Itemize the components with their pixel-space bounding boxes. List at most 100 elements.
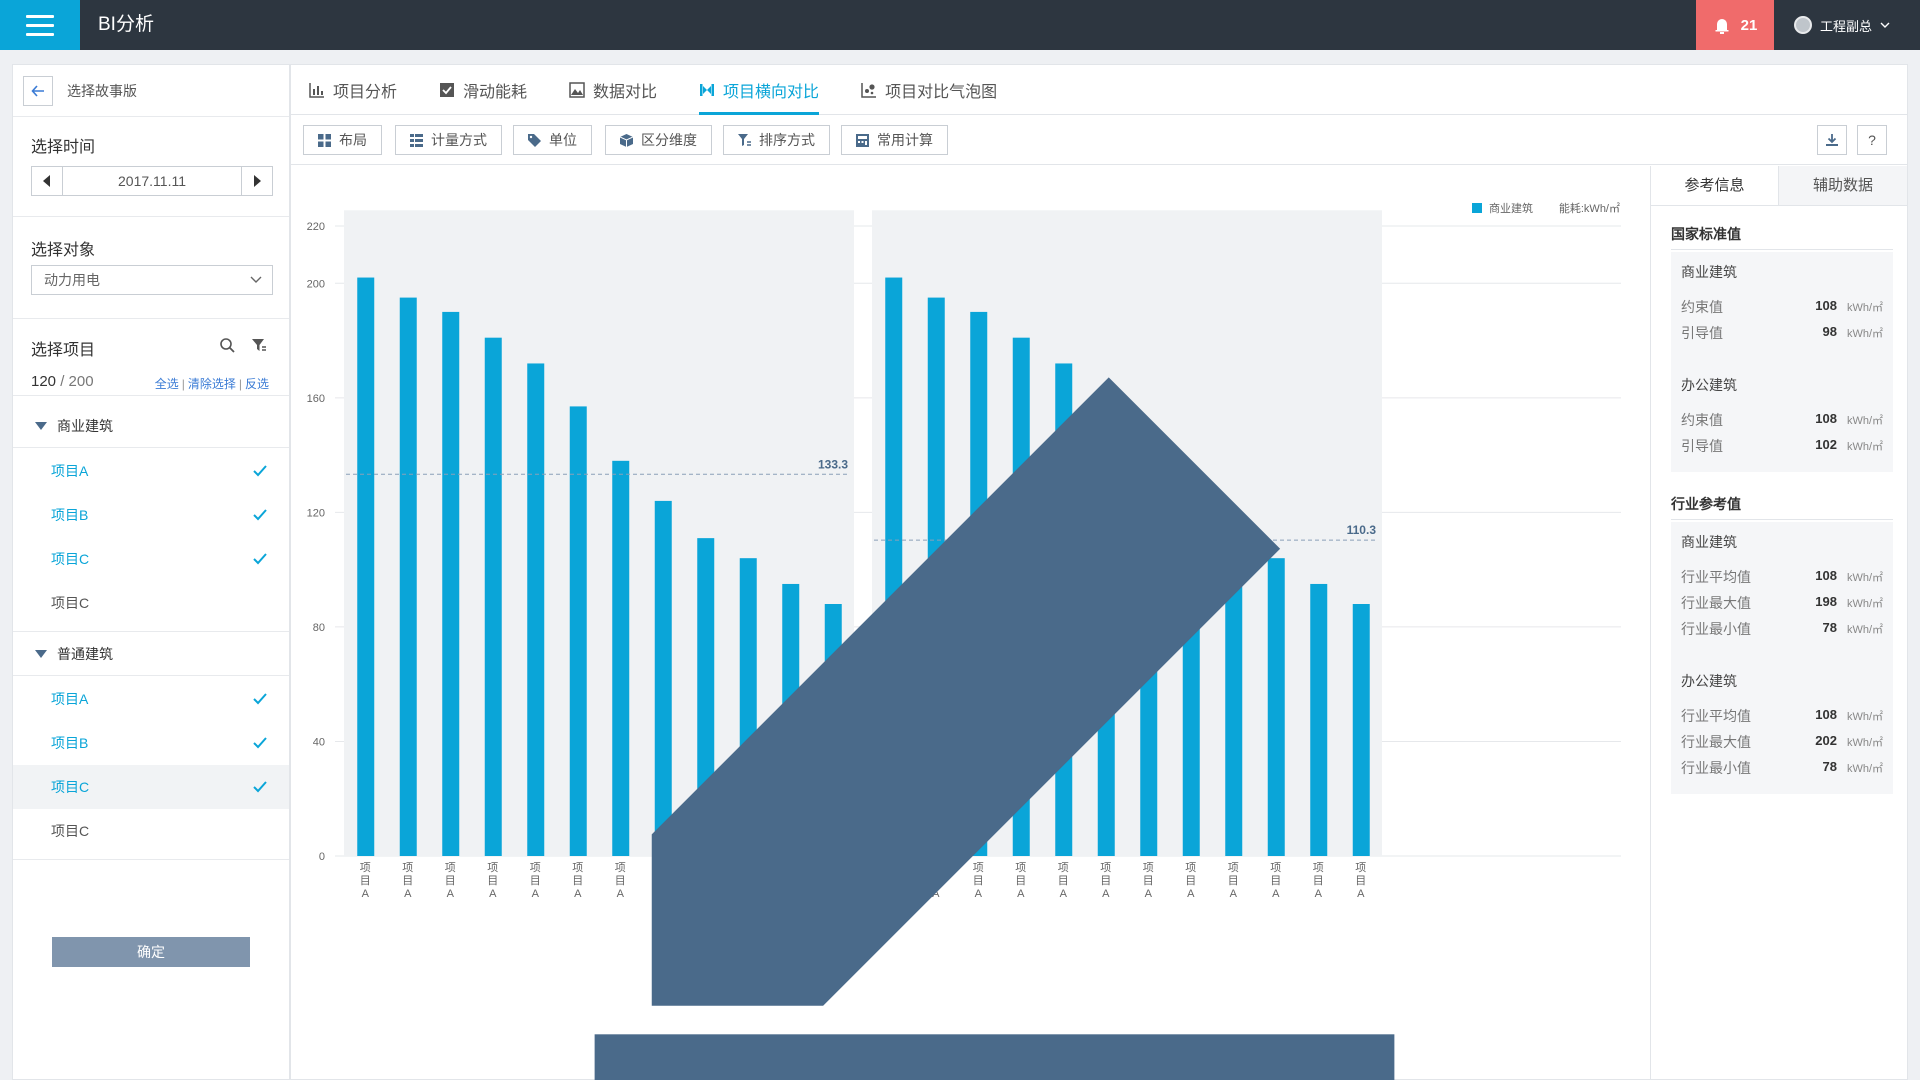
download-button[interactable] [1817, 125, 1847, 155]
hamburger-menu-button[interactable] [0, 0, 80, 50]
back-button[interactable] [23, 75, 53, 106]
unit-button[interactable]: 单位 [513, 125, 592, 155]
group-label: 普通建筑 [57, 646, 113, 662]
dimension-button[interactable]: 区分维度 [605, 125, 712, 155]
reference-section-title: 国家标准值 [1671, 226, 1741, 242]
reference-row: 引导值 98 kWh/㎡ [1681, 323, 1883, 343]
group-commercial[interactable]: 商业建筑 [13, 406, 289, 446]
calculator-icon [856, 133, 869, 147]
list-item[interactable]: 项目C [13, 809, 289, 853]
tab-horizontal-compare[interactable]: 项目横向对比 [699, 65, 820, 115]
list-item[interactable]: 项目C [13, 765, 289, 809]
filter-icon[interactable] [251, 337, 267, 353]
reference-label: 约束值 [1681, 412, 1723, 428]
tab-sliding-energy[interactable]: 滑动能耗 [439, 65, 527, 115]
download-icon [1826, 134, 1838, 146]
reference-value: 108 [1815, 411, 1837, 426]
reference-group-title: 办公建筑 [1681, 377, 1737, 393]
prev-date-button[interactable] [32, 167, 62, 195]
reference-label: 行业最大值 [1681, 595, 1751, 611]
help-button[interactable]: ? [1857, 125, 1887, 155]
reference-label: 行业平均值 [1681, 708, 1751, 724]
list-item[interactable]: 项目B [13, 493, 289, 537]
layout-button[interactable]: 布局 [303, 125, 382, 155]
reference-value: 108 [1815, 298, 1837, 313]
check-icon [253, 553, 267, 565]
list-item[interactable]: 项目B [13, 721, 289, 765]
divider [1671, 519, 1893, 520]
reference-unit: kWh/㎡ [1846, 598, 1883, 610]
reference-value: 108 [1815, 568, 1837, 583]
clear-selection-link[interactable]: 清除选择 [188, 377, 236, 391]
tab-aux-data[interactable]: 辅助数据 [1779, 166, 1907, 205]
sort-button[interactable]: 排序方式 [723, 125, 830, 155]
reference-group-title: 商业建筑 [1681, 534, 1737, 550]
bubble-chart-icon [861, 83, 877, 98]
top-bar: BI分析 21 工程副总 [0, 0, 1920, 50]
reference-box: 商业建筑 约束值 108 kWh/㎡ 引导值 98 kWh/㎡ 办公建筑 约束值… [1671, 252, 1893, 472]
reference-value: 98 [1822, 324, 1837, 339]
caret-left-icon [43, 175, 50, 187]
reference-unit: kWh/㎡ [1846, 328, 1883, 340]
reference-label: 行业最小值 [1681, 760, 1751, 776]
reference-group-title: 办公建筑 [1681, 673, 1737, 689]
bell-icon [1715, 19, 1729, 34]
select-all-link[interactable]: 全选 [155, 377, 179, 391]
target-select[interactable]: 动力用电 [31, 265, 273, 295]
tab-project-analysis[interactable]: 项目分析 [309, 65, 397, 115]
group-general[interactable]: 普通建筑 [13, 634, 289, 674]
selection-count: 120 / 200 [31, 373, 94, 390]
reference-value: 202 [1815, 733, 1837, 748]
measure-button[interactable]: 计量方式 [395, 125, 502, 155]
reference-value: 78 [1822, 759, 1837, 774]
reference-box: 商业建筑 行业平均值 108 kWh/㎡ 行业最大值 198 kWh/㎡ 行业最… [1671, 522, 1893, 794]
list-item[interactable]: 项目A [13, 677, 289, 721]
tab-bubble-chart[interactable]: 项目对比气泡图 [861, 65, 997, 115]
calc-button[interactable]: 常用计算 [841, 125, 948, 155]
toolbar: 布局 计量方式 单位 区分维度 排序方式 常用计算 ? [291, 115, 1907, 165]
chevron-down-icon [250, 276, 262, 283]
caret-right-icon [254, 175, 261, 187]
tab-data-compare[interactable]: 数据对比 [569, 65, 657, 115]
reference-unit: kWh/㎡ [1846, 711, 1883, 723]
triangle-down-icon [35, 422, 47, 430]
divider [13, 395, 289, 396]
next-date-button[interactable] [242, 167, 272, 195]
edit-icon[interactable] [315, 206, 1674, 1080]
check-icon [253, 737, 267, 749]
grid-icon [318, 133, 331, 147]
reference-label: 行业最大值 [1681, 734, 1751, 750]
alarm-button[interactable]: 21 [1696, 0, 1774, 50]
compare-icon [700, 84, 715, 96]
date-value[interactable]: 2017.11.11 [62, 167, 242, 195]
alarm-count: 21 [1740, 16, 1758, 34]
reference-row: 约束值 108 kWh/㎡ [1681, 410, 1883, 430]
selection-links: 全选 | 清除选择 | 反选 [154, 377, 269, 391]
reference-value: 198 [1815, 594, 1837, 609]
invert-selection-link[interactable]: 反选 [245, 377, 269, 391]
reference-label: 引导值 [1681, 438, 1723, 454]
date-picker: 2017.11.11 [31, 166, 273, 196]
tab-bar: 项目分析 滑动能耗 数据对比 项目横向对比 项目对比气泡图 [291, 65, 1907, 115]
reference-unit: kWh/㎡ [1846, 737, 1883, 749]
story-board-link[interactable]: 选择故事版 [67, 81, 137, 101]
chart-area: 商业建筑 能耗:kWh/㎡ 0 40 80 120 160 200 220 项目 A 项目 A 项目 A 项目… [291, 166, 1650, 1080]
confirm-button[interactable]: 确定 [52, 937, 250, 967]
divider [1671, 249, 1893, 250]
reference-unit: kWh/㎡ [1846, 624, 1883, 636]
search-icon[interactable] [219, 337, 235, 353]
cube-icon [620, 133, 633, 147]
divider [13, 318, 289, 319]
list-item[interactable]: 项目C [13, 537, 289, 581]
list-item[interactable]: 项目A [13, 449, 289, 493]
user-menu[interactable]: 工程副总 [1794, 0, 1890, 50]
reference-row: 行业平均值 108 kWh/㎡ [1681, 706, 1883, 726]
chevron-down-icon [1880, 22, 1890, 28]
tab-reference-info[interactable]: 参考信息 [1651, 166, 1779, 205]
bar-chart-icon [309, 83, 324, 98]
left-panel: 选择故事版 选择时间 2017.11.11 选择对象 动力用电 选择项目 120… [12, 64, 290, 1080]
list-item[interactable]: 项目C [13, 581, 289, 625]
reference-unit: kWh/㎡ [1846, 415, 1883, 427]
reference-row: 引导值 102 kWh/㎡ [1681, 436, 1883, 456]
reference-row: 行业最小值 78 kWh/㎡ [1681, 758, 1883, 778]
